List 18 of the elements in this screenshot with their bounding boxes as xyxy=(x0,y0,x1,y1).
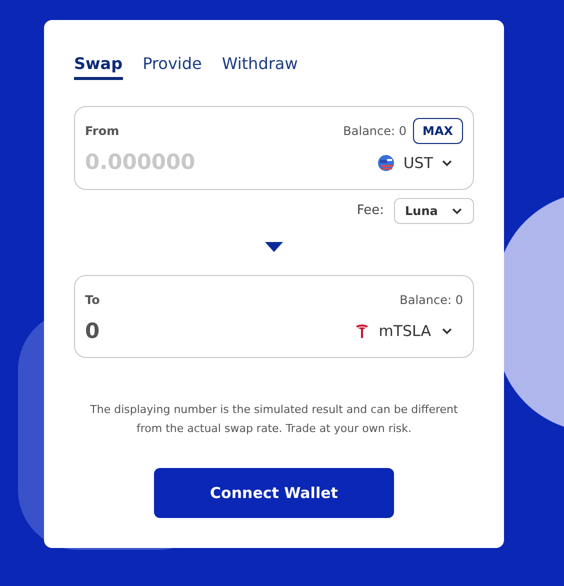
tab[interactable]: Swap xyxy=(74,52,123,80)
disclaimer-text: The displaying number is the simulated result and can be different from the actual swap rate. Trade at your own risk. xyxy=(89,402,459,437)
t-logo-icon xyxy=(354,323,369,340)
token-select[interactable]: mTSLA xyxy=(354,320,453,342)
fee-select[interactable]: Luna xyxy=(394,198,474,224)
amount-value: 0 xyxy=(85,318,100,344)
panel-label: To xyxy=(85,292,100,308)
tab[interactable]: Withdraw xyxy=(222,52,298,80)
balance-text: Balance: 0 xyxy=(343,123,407,140)
token-select[interactable]: UST xyxy=(377,152,453,174)
balance-text: Balance: 0 xyxy=(400,292,463,308)
connect-wallet-button[interactable]: Connect Wallet xyxy=(154,468,394,518)
fee-label: Fee: xyxy=(356,202,384,220)
down-arrow-icon xyxy=(265,242,283,252)
globe-flag-icon xyxy=(377,154,396,172)
tab[interactable]: Provide xyxy=(142,52,202,80)
panel-label: From xyxy=(85,123,120,140)
max-button[interactable]: MAX xyxy=(412,118,463,144)
